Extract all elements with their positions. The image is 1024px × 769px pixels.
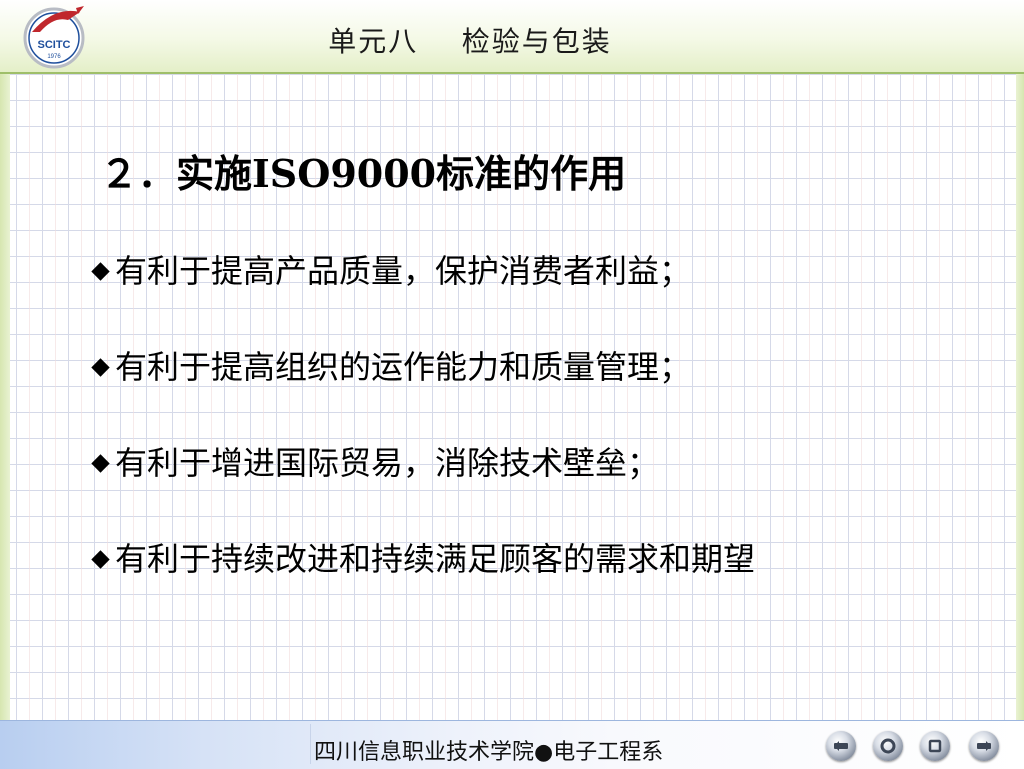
bullet-item: 有利于增进国际贸易，消除技术壁垒； bbox=[90, 438, 659, 484]
diamond-bullet-icon bbox=[91, 262, 110, 281]
left-border bbox=[0, 0, 10, 720]
next-button[interactable] bbox=[969, 731, 999, 761]
bullet-item: 有利于持续改进和持续满足顾客的需求和期望 bbox=[90, 534, 755, 580]
prev-button[interactable] bbox=[826, 731, 856, 761]
prev-icon bbox=[834, 741, 848, 751]
bullet-text: 有利于增进国际贸易，消除技术壁垒； bbox=[115, 444, 660, 482]
home-button[interactable] bbox=[873, 731, 903, 761]
bullet-text: 有利于提高产品质量，保护消费者利益； bbox=[115, 252, 692, 290]
bullet-text: 有利于持续改进和持续满足顾客的需求和期望 bbox=[115, 540, 756, 578]
slide-heading: ２．实施ISO9000标准的作用 bbox=[100, 151, 627, 196]
home-icon bbox=[880, 738, 896, 754]
stop-button[interactable] bbox=[920, 731, 950, 761]
bullet-item: 有利于提高产品质量，保护消费者利益； bbox=[90, 246, 691, 292]
diamond-bullet-icon bbox=[91, 358, 110, 377]
diamond-bullet-icon bbox=[91, 550, 110, 569]
header-title: 单元八 检验与包装 bbox=[328, 25, 612, 58]
stop-icon bbox=[928, 739, 942, 753]
footer-text: 四川信息职业技术学院●电子工程系 bbox=[314, 740, 664, 765]
bullet-item: 有利于提高组织的运作能力和质量管理； bbox=[90, 342, 691, 388]
header-bar: SCITC 1976 单元八 检验与包装 bbox=[0, 0, 1024, 74]
bullet-text: 有利于提高组织的运作能力和质量管理； bbox=[115, 348, 692, 386]
footer-divider bbox=[310, 724, 311, 764]
next-icon bbox=[977, 741, 991, 751]
diamond-bullet-icon bbox=[91, 454, 110, 473]
right-border bbox=[1016, 0, 1024, 720]
